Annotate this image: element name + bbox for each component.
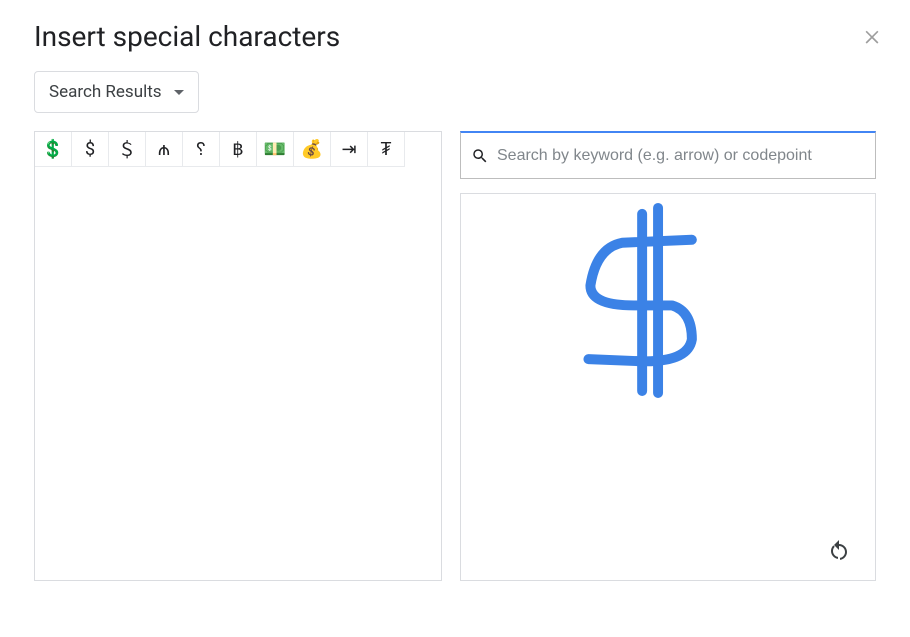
chevron-down-icon xyxy=(174,90,184,95)
right-column xyxy=(460,131,876,581)
char-cell[interactable]: ₼ xyxy=(146,132,183,167)
dialog-title: Insert special characters xyxy=(34,20,876,53)
category-dropdown[interactable]: Search Results xyxy=(34,71,199,113)
draw-panel[interactable] xyxy=(460,193,876,581)
close-button[interactable] xyxy=(862,26,882,46)
results-panel: 💲 $ ＄ ₼ ␦ ฿ 💵 💰 ⇥ ₮ xyxy=(34,131,442,581)
search-icon xyxy=(471,147,489,165)
char-cell[interactable]: ＄ xyxy=(109,132,146,167)
close-icon xyxy=(862,26,882,46)
undo-button[interactable] xyxy=(827,538,855,566)
panels: 💲 $ ＄ ₼ ␦ ฿ 💵 💰 ⇥ ₮ xyxy=(34,131,876,581)
undo-icon xyxy=(827,538,851,562)
char-cell[interactable]: ⇥ xyxy=(331,132,368,167)
char-cell[interactable]: ₮ xyxy=(368,132,405,167)
char-cell[interactable]: ฿ xyxy=(220,132,257,167)
results-grid: 💲 $ ＄ ₼ ␦ ฿ 💵 💰 ⇥ ₮ xyxy=(35,132,441,167)
search-input[interactable] xyxy=(497,147,865,165)
dropdown-label: Search Results xyxy=(49,82,162,102)
char-cell[interactable]: $ xyxy=(72,132,109,167)
char-cell[interactable]: 💲 xyxy=(35,132,72,167)
char-cell[interactable]: 💰 xyxy=(294,132,331,167)
filter-row: Search Results xyxy=(34,71,876,113)
special-characters-dialog: Insert special characters Search Results… xyxy=(0,0,910,637)
char-cell[interactable]: ␦ xyxy=(183,132,220,167)
handwriting-canvas xyxy=(461,194,875,580)
search-box[interactable] xyxy=(460,131,876,179)
char-cell[interactable]: 💵 xyxy=(257,132,294,167)
